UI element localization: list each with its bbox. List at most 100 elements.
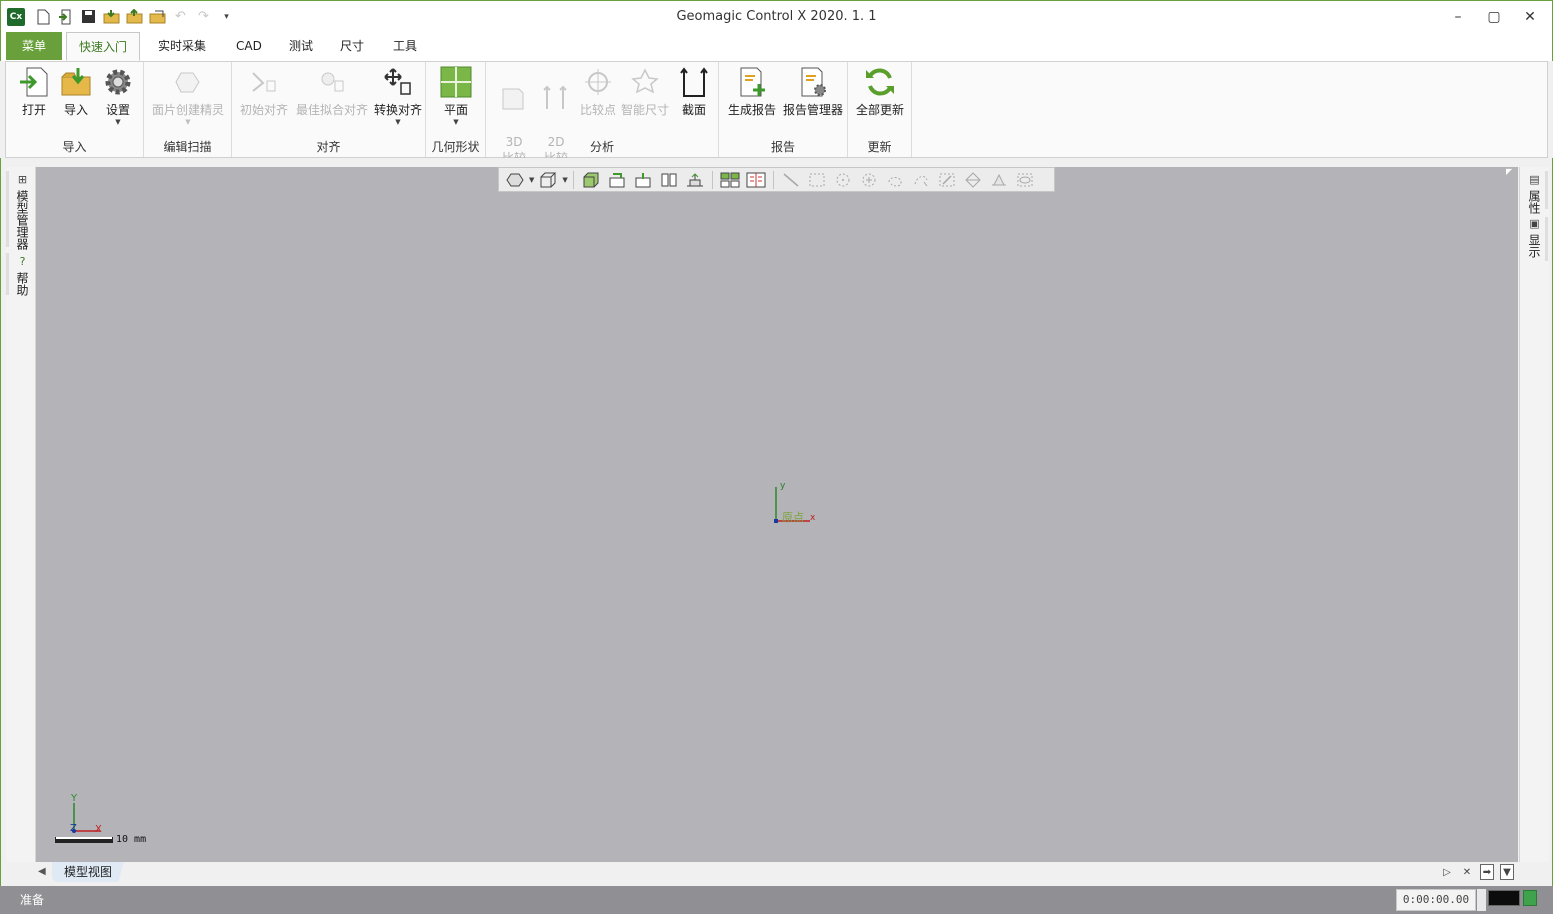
tab-tools[interactable]: 工具 bbox=[381, 32, 429, 61]
group-analysis: 3D 比较 2D 比较 比较点 智能尺寸 截面 分析 bbox=[486, 62, 719, 165]
import-folder-icon bbox=[60, 66, 92, 98]
toolbar-separator bbox=[711, 170, 713, 189]
model-tree-icon: ⊞ bbox=[17, 173, 28, 186]
import-button[interactable]: 导入 bbox=[56, 66, 96, 118]
tab-help[interactable]: ? 帮助 bbox=[14, 255, 31, 296]
window-controls: – ▢ ✕ bbox=[1440, 5, 1548, 29]
brush-select-icon[interactable] bbox=[909, 169, 933, 190]
floor-view-icon[interactable] bbox=[683, 169, 707, 190]
status-divider bbox=[1477, 889, 1486, 911]
initial-align-icon bbox=[248, 66, 280, 98]
status-indicator bbox=[1523, 890, 1537, 906]
view-orientation-icon[interactable] bbox=[579, 169, 603, 190]
settings-button[interactable]: 设置 ▼ bbox=[98, 66, 138, 126]
axis-triad: Y Z X bbox=[54, 793, 114, 835]
close-button[interactable]: ✕ bbox=[1512, 5, 1548, 29]
cube-view-icon[interactable] bbox=[536, 169, 560, 190]
maximize-button[interactable]: ▢ bbox=[1476, 5, 1512, 29]
tab-live-capture[interactable]: 实时采集 bbox=[146, 32, 218, 61]
menu-button[interactable]: 菜单 bbox=[6, 32, 62, 60]
compare-3d-icon bbox=[498, 82, 530, 114]
group-update: 全部更新 更新 bbox=[848, 62, 912, 157]
chevron-down-icon: ▼ bbox=[453, 118, 459, 126]
line-select-icon[interactable] bbox=[779, 169, 803, 190]
transform-align-button[interactable]: 转换对齐 ▼ bbox=[372, 66, 424, 126]
polygon-select-icon[interactable] bbox=[857, 169, 881, 190]
lasso-select-icon[interactable] bbox=[883, 169, 907, 190]
next-tab-icon[interactable]: ➡ bbox=[1480, 864, 1494, 880]
open-button[interactable]: 打开 bbox=[14, 66, 54, 118]
group-label: 报告 bbox=[770, 140, 795, 154]
status-message: 准备 bbox=[20, 893, 45, 907]
visible-only-icon[interactable] bbox=[987, 169, 1011, 190]
chevron-down-icon[interactable]: ▼ bbox=[562, 176, 567, 184]
view-toolbar: ▼ ▼ bbox=[498, 167, 1055, 192]
plane-button[interactable]: 平面 ▼ bbox=[434, 66, 478, 126]
tab-display[interactable]: ▣ 显示 bbox=[1526, 217, 1543, 258]
model-viewport[interactable]: ▼ ▼ ◤ y 原点 x Y Z X 10 mm bbox=[36, 167, 1518, 862]
refresh-icon bbox=[864, 66, 896, 98]
tab-dimension[interactable]: 尺寸 bbox=[328, 32, 376, 61]
tab-test[interactable]: 测试 bbox=[277, 32, 325, 61]
smart-dimension-icon bbox=[629, 66, 661, 98]
rect-select-icon[interactable] bbox=[805, 169, 829, 190]
layout-grid-icon[interactable] bbox=[718, 169, 742, 190]
report-manager-icon bbox=[797, 66, 829, 98]
view-tab-strip: ◀ 模型视图 ▷ ✕ ➡ ▼ bbox=[36, 862, 1518, 884]
tab-quick-start[interactable]: 快速入门 bbox=[66, 32, 141, 61]
compare-2d-icon bbox=[540, 82, 572, 114]
paint-select-icon[interactable] bbox=[935, 169, 959, 190]
best-fit-align-button[interactable]: 最佳拟合对齐 bbox=[292, 66, 372, 118]
ribbon-panel: 打开 导入 设置 ▼ 导入 面片创建精灵 ▼ 编辑扫描 初始对齐 最佳拟合对齐 bbox=[5, 61, 1548, 165]
triad-axes-icon bbox=[72, 803, 100, 833]
compare-point-icon bbox=[582, 66, 614, 98]
group-label: 导入 bbox=[62, 140, 87, 154]
origin-label: 原点 bbox=[782, 511, 804, 524]
display-mode-icon[interactable] bbox=[503, 169, 527, 190]
origin-y-label: y bbox=[780, 481, 786, 491]
dock-separator bbox=[1545, 217, 1548, 261]
compare-point-button[interactable]: 比较点 bbox=[578, 66, 618, 118]
group-import: 打开 导入 设置 ▼ 导入 bbox=[6, 62, 144, 157]
tab-model-view[interactable]: 模型视图 bbox=[52, 862, 125, 882]
initial-align-button[interactable]: 初始对齐 bbox=[236, 66, 292, 118]
report-manager-button[interactable]: 报告管理器 bbox=[781, 66, 845, 118]
smart-dimension-button[interactable]: 智能尺寸 bbox=[620, 66, 670, 118]
dock-separator bbox=[6, 171, 9, 247]
gear-icon bbox=[102, 66, 134, 98]
split-view-icon[interactable] bbox=[657, 169, 681, 190]
extend-select-icon[interactable] bbox=[961, 169, 985, 190]
tab-scroll-left-icon[interactable]: ◀ bbox=[38, 866, 46, 877]
circle-select-icon[interactable] bbox=[831, 169, 855, 190]
tab-cad[interactable]: CAD bbox=[224, 32, 274, 61]
origin-marker[interactable]: y 原点 x bbox=[772, 481, 832, 525]
layout-list-icon[interactable] bbox=[744, 169, 768, 190]
tab-scroll-right-icon[interactable]: ▷ bbox=[1440, 864, 1454, 880]
top-view-icon[interactable] bbox=[631, 169, 655, 190]
tab-nav-controls: ▷ ✕ ➡ ▼ bbox=[1440, 864, 1514, 880]
chevron-down-icon[interactable]: ▼ bbox=[529, 176, 534, 184]
mesh-wizard-button[interactable]: 面片创建精灵 ▼ bbox=[148, 66, 228, 126]
group-label: 对齐 bbox=[316, 140, 341, 154]
tab-properties[interactable]: ▤ 属性 bbox=[1526, 173, 1543, 214]
update-all-button[interactable]: 全部更新 bbox=[852, 66, 908, 118]
chevron-down-icon: ▼ bbox=[395, 118, 401, 126]
front-view-icon[interactable] bbox=[605, 169, 629, 190]
section-button[interactable]: 截面 bbox=[674, 66, 714, 118]
generate-report-button[interactable]: 生成报告 bbox=[725, 66, 779, 118]
right-dock: ▤ 属性 ▣ 显示 bbox=[1519, 167, 1549, 862]
eye-select-icon[interactable] bbox=[1013, 169, 1037, 190]
tab-list-icon[interactable]: ▼ bbox=[1500, 864, 1514, 880]
close-tab-icon[interactable]: ✕ bbox=[1460, 864, 1474, 880]
elapsed-time: 0:00:00.00 bbox=[1396, 889, 1476, 911]
left-dock: ⊞ 模型管理器 ? 帮助 bbox=[6, 167, 36, 862]
chevron-down-icon: ▼ bbox=[185, 118, 191, 126]
tab-model-manager[interactable]: ⊞ 模型管理器 bbox=[14, 173, 31, 250]
background-color-swatch[interactable] bbox=[1488, 890, 1520, 906]
scale-bar bbox=[55, 837, 113, 843]
group-label: 分析 bbox=[589, 140, 614, 154]
scale-label: 10 mm bbox=[116, 834, 147, 845]
toolbar-separator bbox=[572, 170, 574, 189]
display-icon: ▣ bbox=[1529, 217, 1540, 230]
minimize-button[interactable]: – bbox=[1440, 5, 1476, 29]
